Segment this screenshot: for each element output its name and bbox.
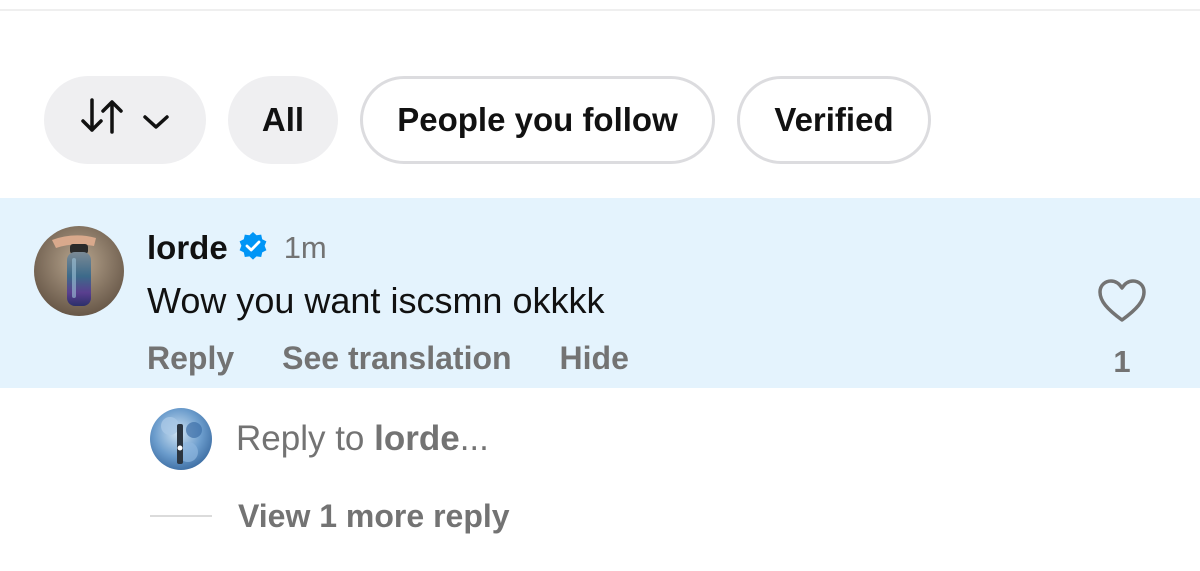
commenter-avatar[interactable] <box>34 226 124 316</box>
sort-button[interactable] <box>44 76 206 164</box>
reply-placeholder-prefix: Reply to <box>236 419 375 458</box>
comment-username[interactable]: lorde <box>147 229 228 267</box>
current-user-avatar <box>150 408 212 470</box>
like-count: 1 <box>1113 344 1131 379</box>
reply-button[interactable]: Reply <box>147 340 234 377</box>
top-divider <box>0 9 1200 11</box>
reply-composer: Reply to lorde... <box>150 408 489 470</box>
comment-filter-bar: All People you follow Verified <box>44 76 931 164</box>
filter-verified-button[interactable]: Verified <box>737 76 931 164</box>
comment-actions: Reply See translation Hide <box>147 340 629 377</box>
see-translation-button[interactable]: See translation <box>282 340 511 377</box>
comment-text: Wow you want iscsmn okkkk <box>147 280 605 321</box>
verified-badge-icon <box>238 231 268 266</box>
comment-header: lorde 1m <box>147 228 327 268</box>
reply-input[interactable]: Reply to lorde... <box>236 419 489 459</box>
comment-timestamp: 1m <box>283 230 327 265</box>
view-more-replies-row: View 1 more reply <box>150 494 510 538</box>
reply-placeholder-suffix: ... <box>459 419 489 458</box>
like-button[interactable] <box>1097 278 1147 324</box>
view-more-replies-button[interactable]: View 1 more reply <box>238 498 510 535</box>
comment-item: lorde 1m Wow you want iscsmn okkkk Reply… <box>0 198 1200 388</box>
filter-people-you-follow-button[interactable]: People you follow <box>360 76 715 164</box>
sort-arrows-icon <box>80 96 124 144</box>
hide-button[interactable]: Hide <box>560 340 629 377</box>
replies-divider-line <box>150 515 212 517</box>
reply-placeholder-target: lorde <box>374 419 460 458</box>
chevron-down-icon <box>142 101 170 139</box>
filter-all-button[interactable]: All <box>228 76 338 164</box>
heart-icon <box>1097 279 1147 328</box>
